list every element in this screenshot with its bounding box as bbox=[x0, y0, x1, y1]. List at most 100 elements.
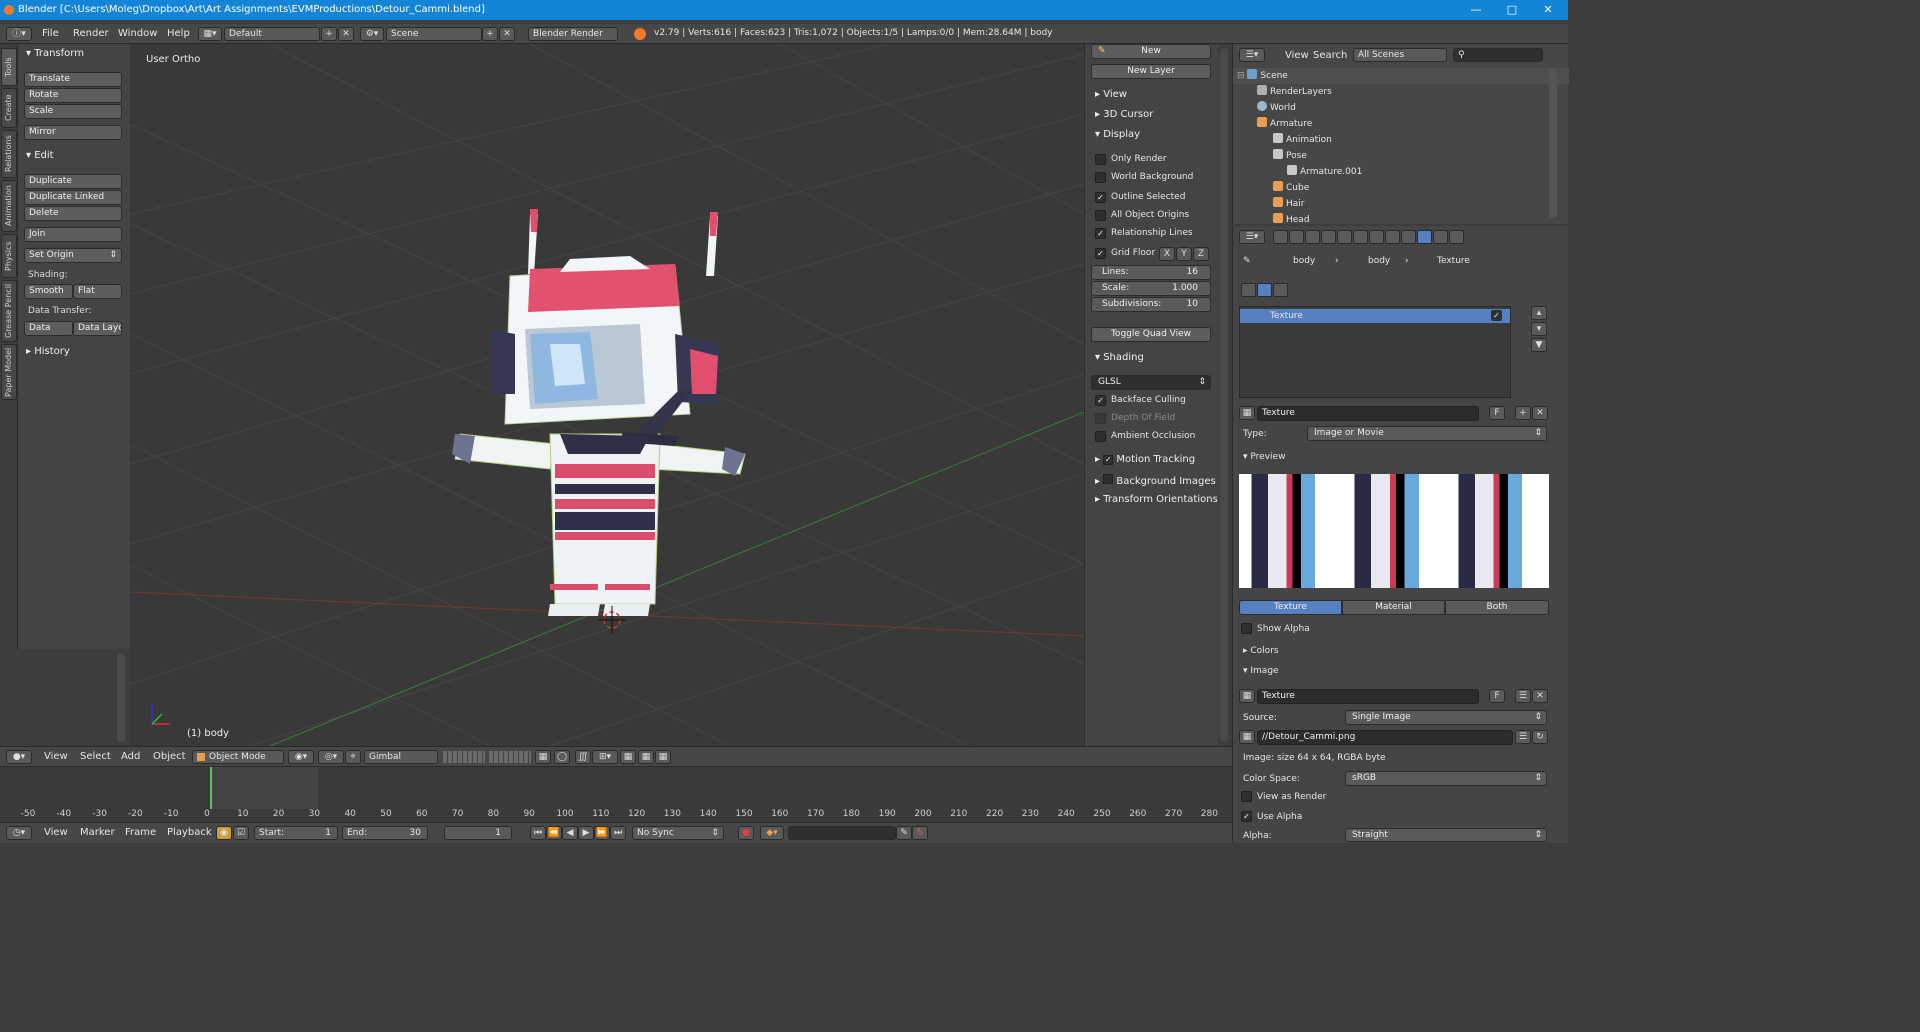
source-dropdown[interactable]: Single Image ⇕ bbox=[1345, 710, 1547, 725]
only-render-checkbox[interactable] bbox=[1095, 154, 1106, 165]
layers-grid-b[interactable] bbox=[489, 751, 531, 763]
outliner-display-filter-dropdown[interactable]: All Scenes bbox=[1353, 48, 1447, 62]
remove-layout-icon[interactable]: ✕ bbox=[338, 27, 354, 41]
sync-mode-dropdown[interactable]: No Sync ⇕ bbox=[632, 826, 724, 840]
n-panel-scrollbar[interactable] bbox=[1220, 48, 1228, 742]
scene-field[interactable]: Scene bbox=[386, 27, 482, 41]
outliner-row-scene[interactable]: ⊟ Scene bbox=[1233, 68, 1569, 84]
outliner-row-renderlayers[interactable]: RenderLayers bbox=[1233, 84, 1569, 100]
scale-button[interactable]: Scale bbox=[24, 104, 122, 119]
flat-button[interactable]: Flat bbox=[73, 284, 122, 299]
material-texture-tab-icon[interactable] bbox=[1257, 283, 1272, 297]
render-layers-tab-icon[interactable] bbox=[1289, 230, 1304, 244]
use-alpha-checkbox[interactable]: ✓ bbox=[1241, 811, 1252, 822]
tab-animation[interactable]: Animation bbox=[1, 180, 17, 232]
grid-subdivisions-field[interactable]: Subdivisions: 10 bbox=[1091, 297, 1211, 312]
display-panel-header[interactable]: ▾ Display bbox=[1095, 129, 1140, 140]
axis-y-toggle[interactable]: Y bbox=[1176, 247, 1192, 261]
tab-grease-pencil[interactable]: Grease Pencil bbox=[1, 280, 17, 342]
image-filepath-field[interactable]: //Detour_Cammi.png bbox=[1257, 730, 1513, 745]
axis-x-toggle[interactable]: X bbox=[1159, 247, 1175, 261]
view-as-render-checkbox[interactable] bbox=[1241, 791, 1252, 802]
viewport-menu-view[interactable]: View bbox=[44, 751, 68, 762]
transform-panel-header[interactable]: ▾ Transform bbox=[26, 48, 84, 59]
texture-slot-active[interactable]: Texture ✓ bbox=[1240, 309, 1510, 323]
jump-end-icon[interactable]: ⏭ bbox=[610, 826, 626, 840]
outliner-row-pose[interactable]: Pose bbox=[1233, 148, 1569, 164]
shading-panel-header[interactable]: ▾ Shading bbox=[1095, 352, 1144, 363]
slot-enabled-checkbox[interactable]: ✓ bbox=[1491, 310, 1502, 321]
ambient-occlusion-checkbox[interactable] bbox=[1095, 431, 1106, 442]
viewport-menu-object[interactable]: Object bbox=[153, 751, 186, 762]
preview-panel-header[interactable]: ▾ Preview bbox=[1243, 452, 1285, 462]
smooth-button[interactable]: Smooth bbox=[24, 284, 73, 299]
reload-image-icon[interactable]: ↻ bbox=[1532, 730, 1548, 744]
pivot-point-icon[interactable]: ◎▾ bbox=[318, 750, 344, 764]
image-name-field[interactable]: Texture bbox=[1257, 689, 1479, 704]
maximize-button[interactable]: □ bbox=[1494, 0, 1530, 20]
viewport-shading-icon[interactable]: ◉▾ bbox=[288, 750, 314, 764]
image-browse-icon[interactable]: ▦ bbox=[1239, 689, 1255, 703]
world-tab-icon[interactable] bbox=[1321, 230, 1336, 244]
tab-physics[interactable]: Physics bbox=[1, 234, 17, 278]
tab-relations[interactable]: Relations bbox=[1, 130, 17, 178]
grid-floor-checkbox[interactable]: ✓ bbox=[1095, 248, 1106, 259]
keying-set-field[interactable] bbox=[788, 826, 896, 840]
grid-scale-field[interactable]: Scale: 1.000 bbox=[1091, 281, 1211, 296]
duplicate-button[interactable]: Duplicate bbox=[24, 174, 122, 189]
layers-grid-a[interactable] bbox=[443, 751, 485, 763]
jump-prev-key-icon[interactable]: ⏪ bbox=[546, 826, 562, 840]
outliner-search-menu[interactable]: Search bbox=[1313, 50, 1347, 61]
3d-viewport[interactable]: User Ortho (1) body bbox=[130, 44, 1084, 746]
particles-tab-icon[interactable] bbox=[1433, 230, 1448, 244]
show-alpha-checkbox[interactable] bbox=[1241, 623, 1252, 634]
start-frame-field[interactable]: Start: 1 bbox=[254, 826, 338, 840]
outliner-search-input[interactable]: ⚲ bbox=[1453, 48, 1543, 62]
outliner-scrollbar[interactable] bbox=[1549, 68, 1557, 218]
data-button[interactable]: Data bbox=[24, 321, 73, 336]
image-fake-user-button[interactable]: F bbox=[1489, 689, 1505, 703]
outliner-row-hair[interactable]: Hair bbox=[1233, 196, 1569, 212]
menu-file[interactable]: File bbox=[42, 28, 59, 39]
outliner-row-armature[interactable]: Armature bbox=[1233, 116, 1569, 132]
transform-orientation-dropdown[interactable]: Gimbal bbox=[364, 750, 438, 764]
mirror-button[interactable]: Mirror bbox=[24, 125, 122, 140]
add-scene-icon[interactable]: + bbox=[482, 27, 498, 41]
new-layer-button[interactable]: New Layer bbox=[1091, 64, 1211, 79]
layout-icon[interactable]: ▦▾ bbox=[198, 27, 222, 41]
seg-both-button[interactable]: Both bbox=[1445, 600, 1549, 615]
axis-z-toggle[interactable]: Z bbox=[1193, 247, 1209, 261]
current-frame-marker[interactable] bbox=[210, 767, 212, 809]
new-texture-icon[interactable]: + bbox=[1515, 406, 1531, 420]
render-engine-dropdown[interactable]: Blender Render bbox=[528, 27, 618, 41]
constraints-tab-icon[interactable] bbox=[1353, 230, 1368, 244]
translate-button[interactable]: Translate bbox=[24, 72, 122, 87]
lock-range-icon[interactable]: ☑ bbox=[233, 826, 249, 840]
current-frame-field[interactable]: 1 bbox=[444, 826, 512, 840]
keying-set-icon[interactable]: ◆▾ bbox=[760, 826, 784, 840]
unlink-image-icon[interactable]: ✕ bbox=[1532, 689, 1548, 703]
texture-slot-list[interactable]: Texture ✓ bbox=[1239, 306, 1511, 398]
play-icon[interactable]: ▶ bbox=[578, 826, 594, 840]
viewport-menu-add[interactable]: Add bbox=[121, 751, 140, 762]
other-texture-tab-icon[interactable] bbox=[1273, 283, 1288, 297]
new-grease-pencil-button[interactable]: ✎ New bbox=[1091, 44, 1211, 59]
fake-user-button[interactable]: F bbox=[1489, 406, 1505, 420]
delete-button[interactable]: Delete bbox=[24, 206, 122, 221]
insert-keyframe-icon[interactable]: ✎ bbox=[896, 826, 912, 840]
alpha-mode-dropdown[interactable]: Straight ⇕ bbox=[1345, 828, 1547, 842]
outliner-row-cube[interactable]: Cube bbox=[1233, 180, 1569, 196]
menu-window[interactable]: Window bbox=[118, 28, 157, 39]
data-tab-icon[interactable] bbox=[1385, 230, 1400, 244]
texture-type-dropdown[interactable]: Image or Movie ⇕ bbox=[1307, 426, 1547, 441]
image-panel-header[interactable]: ▾ Image bbox=[1243, 666, 1279, 676]
timeline-editor-type-button[interactable]: ◷▾ bbox=[6, 826, 32, 840]
outliner-row-head[interactable]: Head bbox=[1233, 212, 1569, 224]
material-tab-icon[interactable] bbox=[1401, 230, 1416, 244]
outliner-editor-type-button[interactable]: ☰▾ bbox=[1239, 48, 1265, 62]
depth-of-field-checkbox[interactable] bbox=[1095, 413, 1106, 424]
scene-icon[interactable]: ⚙▾ bbox=[360, 27, 384, 41]
add-layout-icon[interactable]: + bbox=[321, 27, 337, 41]
timeline-menu-marker[interactable]: Marker bbox=[80, 827, 115, 838]
background-images-panel-header[interactable]: ▸ Background Images bbox=[1095, 474, 1216, 487]
